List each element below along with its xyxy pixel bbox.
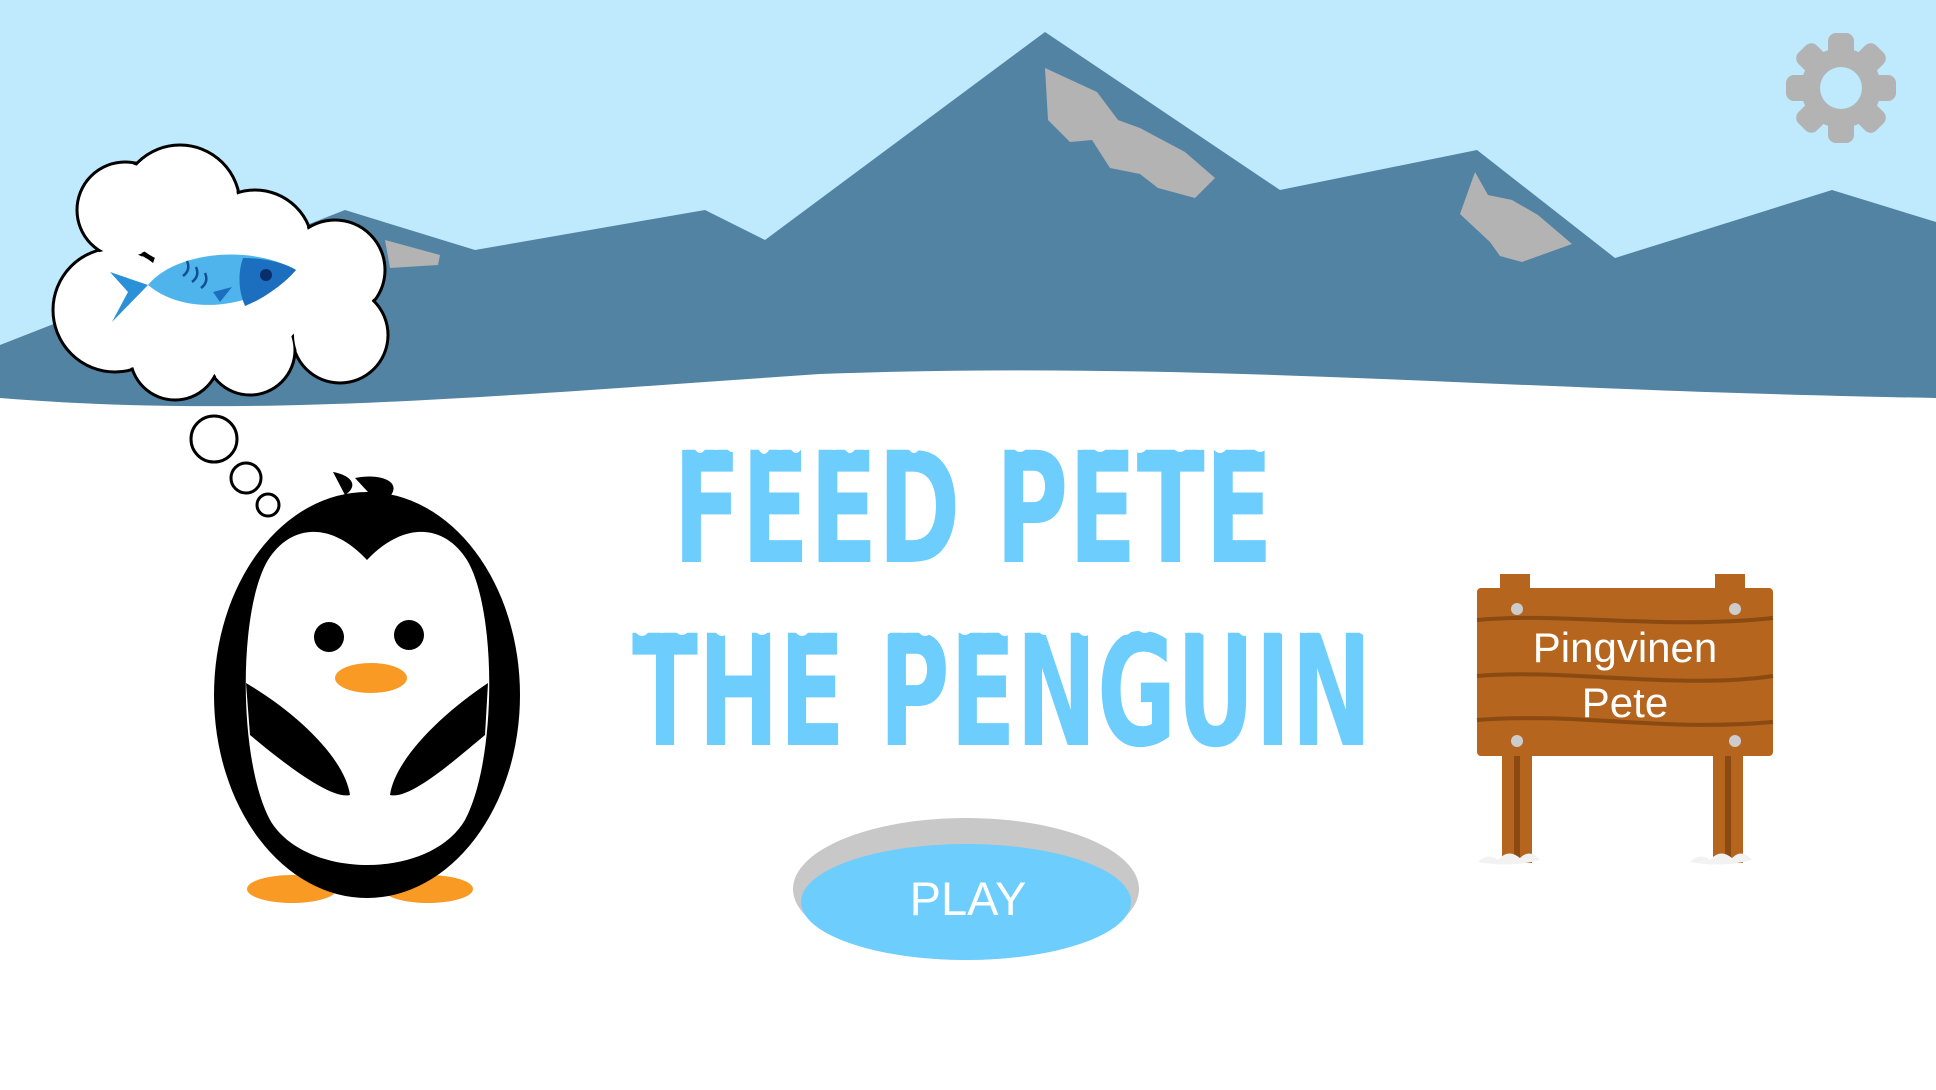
- penguin-eye: [314, 622, 344, 652]
- gear-icon: [1786, 33, 1896, 143]
- penguin-beak: [335, 663, 407, 693]
- settings-button[interactable]: [1786, 33, 1896, 143]
- sign-line-2: Pete: [1582, 679, 1668, 726]
- penguin-eye: [394, 620, 424, 650]
- sign-line-1: Pingvinen: [1533, 624, 1717, 671]
- game-scene: FEED PETE THE PENGUIN PLAY Pingvinen Pet…: [0, 0, 1936, 1090]
- play-button[interactable]: PLAY: [793, 818, 1139, 960]
- play-label: PLAY: [910, 872, 1027, 925]
